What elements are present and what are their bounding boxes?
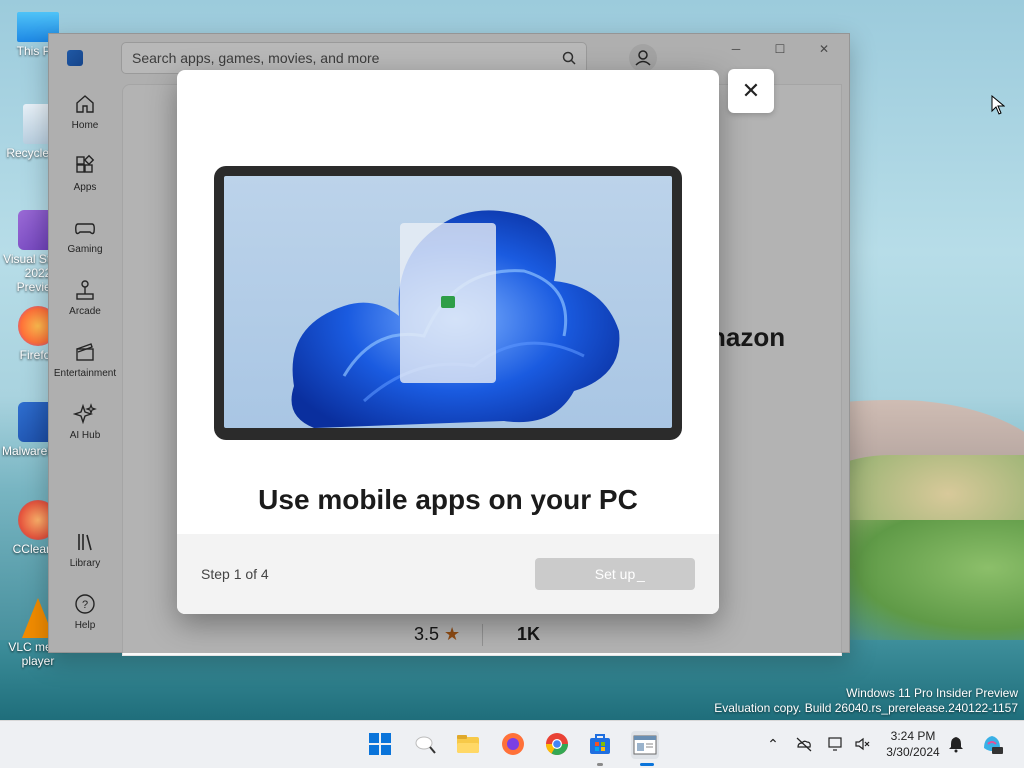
- clock[interactable]: 3:24 PM 3/30/2024: [878, 728, 948, 760]
- step-indicator: Step 1 of 4: [201, 566, 269, 582]
- notification-bell-icon[interactable]: [947, 735, 965, 753]
- search-taskbar-icon[interactable]: [413, 731, 439, 757]
- tablet-illustration: [214, 166, 682, 440]
- dialog-title: Use mobile apps on your PC: [258, 484, 638, 515]
- mobile-apps-dialog: Use mobile apps on your PC Step 1 of 4 S…: [177, 70, 719, 614]
- chevron-up-icon[interactable]: ⌃: [764, 735, 782, 753]
- set-up-button[interactable]: Set up _: [535, 558, 695, 590]
- store-running-indicator: [597, 763, 603, 766]
- app-window-taskbar-icon[interactable]: [631, 731, 659, 759]
- active-app-indicator: [640, 763, 654, 766]
- dialog-close-button[interactable]: ✕: [728, 69, 774, 113]
- watermark-line-2: Evaluation copy. Build 26040.rs_prerelea…: [714, 701, 1018, 715]
- firefox-taskbar-icon[interactable]: [500, 731, 526, 757]
- onedrive-offline-icon[interactable]: [795, 735, 813, 753]
- store-bag-icon: [441, 296, 455, 308]
- copilot-icon[interactable]: [980, 732, 1004, 756]
- clock-time: 3:24 PM: [890, 729, 936, 743]
- close-icon: ✕: [741, 78, 761, 103]
- file-explorer-icon[interactable]: [455, 731, 481, 757]
- clock-date: 3/30/2024: [886, 745, 940, 759]
- set-up-label: Set up: [594, 566, 636, 582]
- dialog-footer: Step 1 of 4 Set up _: [177, 534, 719, 614]
- app-window-card: [400, 223, 496, 383]
- start-windows-icon[interactable]: [367, 731, 393, 757]
- network-icon[interactable]: [827, 735, 845, 753]
- taskbar: ⌃ 3:24 PM 3/30/2024: [0, 720, 1024, 768]
- evaluation-watermark: Windows 11 Pro Insider Preview Evaluatio…: [714, 686, 1018, 716]
- mouse-cursor-icon: [991, 95, 1005, 115]
- loading-indicator: _: [637, 566, 645, 582]
- wallpaper-grass: [834, 520, 1024, 640]
- watermark-line-1: Windows 11 Pro Insider Preview: [846, 686, 1018, 700]
- tablet-screen: [224, 176, 672, 428]
- volume-muted-icon[interactable]: [853, 735, 871, 753]
- chrome-taskbar-icon[interactable]: [544, 731, 570, 757]
- store-taskbar-icon[interactable]: [587, 731, 613, 757]
